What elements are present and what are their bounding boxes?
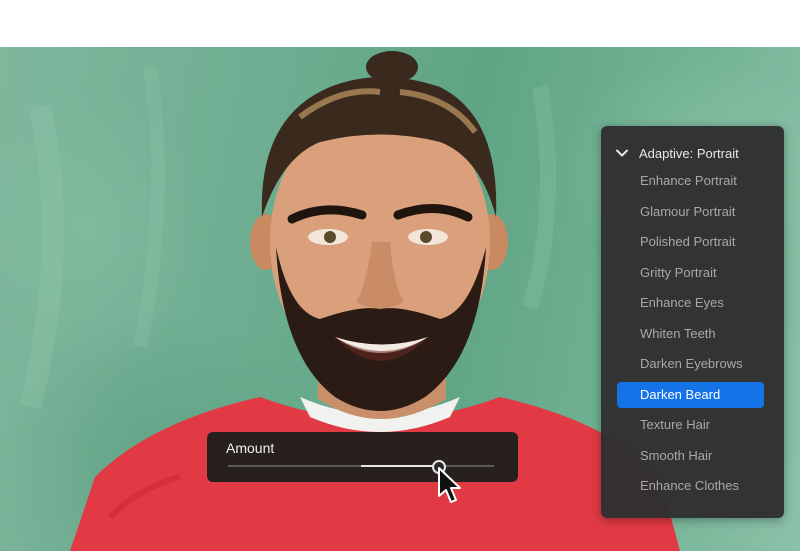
- preset-item-texture-hair[interactable]: Texture Hair: [617, 412, 764, 438]
- menu-header-label: Adaptive: Portrait: [639, 145, 739, 161]
- amount-slider-fill: [361, 465, 439, 467]
- preset-item-enhance-clothes[interactable]: Enhance Clothes: [617, 473, 764, 499]
- preset-list: Enhance Portrait Glamour Portrait Polished…: [617, 168, 764, 504]
- preset-item-darken-eyebrows[interactable]: Darken Eyebrows: [617, 351, 764, 377]
- preset-item-glamour-portrait[interactable]: Glamour Portrait: [617, 199, 764, 225]
- preset-item-enhance-portrait[interactable]: Enhance Portrait: [617, 168, 764, 194]
- top-margin: [0, 0, 800, 47]
- amount-slider-panel: Amount: [207, 432, 518, 482]
- adaptive-presets-menu: Adaptive: Portrait Enhance Portrait Glamo…: [601, 126, 784, 518]
- preset-item-smooth-hair[interactable]: Smooth Hair: [617, 443, 764, 469]
- preset-item-polished-portrait[interactable]: Polished Portrait: [617, 229, 764, 255]
- preset-item-gritty-portrait[interactable]: Gritty Portrait: [617, 260, 764, 286]
- preset-item-whiten-teeth[interactable]: Whiten Teeth: [617, 321, 764, 347]
- amount-label: Amount: [226, 440, 275, 456]
- preset-item-darken-beard[interactable]: Darken Beard: [617, 381, 764, 408]
- arrow-cursor-icon: [438, 467, 461, 503]
- preset-item-enhance-eyes[interactable]: Enhance Eyes: [617, 290, 764, 316]
- menu-header-adaptive-portrait[interactable]: Adaptive: Portrait: [615, 144, 739, 162]
- chevron-down-icon: [616, 149, 628, 157]
